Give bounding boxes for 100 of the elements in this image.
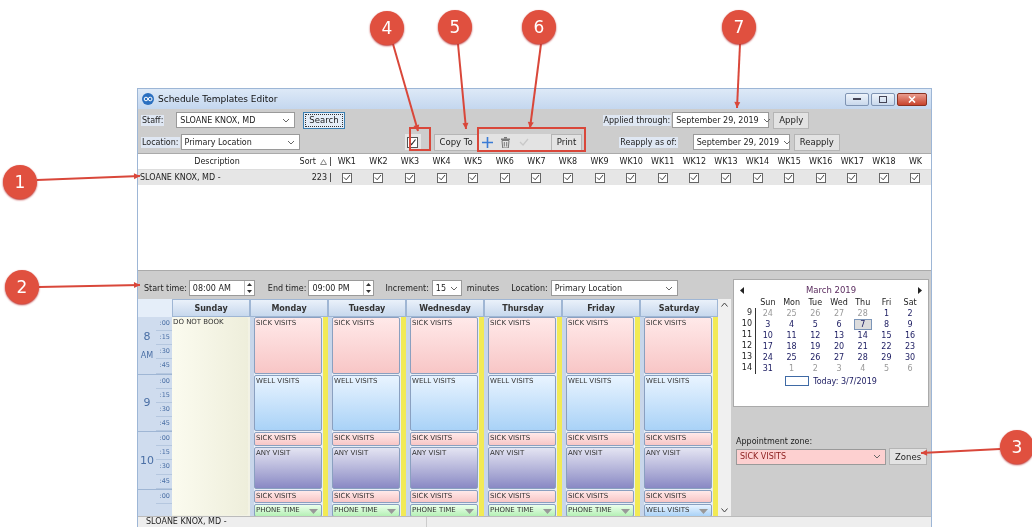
reapply-date-picker[interactable]: September 29, 2019	[692, 134, 790, 150]
calendar-day[interactable]: 6	[827, 320, 851, 329]
calendar-day[interactable]: 23	[898, 342, 922, 351]
increment-dropdown[interactable]: 15	[431, 280, 462, 296]
start-time-field[interactable]: 08:00 AM	[188, 280, 255, 296]
spin-down-icon[interactable]	[364, 288, 374, 295]
week-checkbox[interactable]	[373, 172, 384, 183]
calendar-day[interactable]: 16	[898, 331, 922, 340]
applied-through-date-picker[interactable]: September 29, 2019	[672, 112, 770, 128]
location-dropdown[interactable]: Primary Location	[550, 280, 678, 296]
calendar-day[interactable]: 10	[756, 331, 780, 340]
today-link[interactable]: Today: 3/7/2019	[813, 376, 877, 386]
calendar-day[interactable]: 8	[874, 320, 899, 329]
column-header[interactable]: WK5	[457, 157, 489, 166]
calendar-day[interactable]: 31	[756, 364, 780, 373]
calendar-day[interactable]: 13	[827, 331, 851, 340]
week-checkbox[interactable]	[847, 172, 858, 183]
column-header[interactable]: WK10	[615, 157, 647, 166]
scrollbar[interactable]	[718, 299, 731, 516]
week-checkbox[interactable]	[910, 172, 921, 183]
calendar-day[interactable]: 29	[874, 353, 899, 362]
column-header[interactable]: WK13	[710, 157, 742, 166]
column-header[interactable]: WK9	[583, 157, 616, 166]
next-month-icon[interactable]	[918, 286, 922, 294]
spin-up-icon[interactable]	[364, 281, 374, 288]
search-button[interactable]: Search	[303, 111, 345, 129]
zones-button[interactable]: Zones	[889, 448, 928, 465]
column-header[interactable]: Description	[138, 157, 296, 166]
calendar-day[interactable]: 15	[874, 331, 899, 340]
sort-column-header[interactable]: Sort	[296, 157, 331, 166]
location-dropdown[interactable]: Primary Location	[180, 134, 300, 150]
week-checkbox[interactable]	[531, 172, 542, 183]
week-checkbox[interactable]	[436, 172, 447, 183]
calendar-day[interactable]: 20	[827, 342, 851, 351]
week-checkbox[interactable]	[562, 172, 573, 183]
column-header[interactable]: WK4	[425, 157, 458, 166]
week-checkbox[interactable]	[689, 172, 700, 183]
calendar-day[interactable]: 12	[803, 331, 828, 340]
maximize-button[interactable]	[871, 92, 895, 106]
calendar-day[interactable]: 19	[803, 342, 828, 351]
table-row[interactable]: SLOANE KNOX, MD - 223	[138, 170, 931, 185]
column-header[interactable]: WK6	[488, 157, 521, 166]
week-checkbox[interactable]	[720, 172, 731, 183]
calendar-day[interactable]: 5	[803, 320, 828, 329]
scroll-up-icon[interactable]	[721, 302, 728, 307]
spin-up-icon[interactable]	[244, 281, 254, 288]
calendar-day[interactable]: 27	[827, 353, 851, 362]
column-header[interactable]: WK15	[773, 157, 805, 166]
calendar-day[interactable]: 3	[756, 320, 780, 329]
calendar-day[interactable]: 22	[874, 342, 899, 351]
print-button[interactable]: Print	[550, 133, 583, 151]
week-checkbox[interactable]	[878, 172, 889, 183]
column-header[interactable]: WK16	[804, 157, 837, 166]
calendar-day[interactable]: 17	[756, 342, 780, 351]
column-header[interactable]: WK1	[331, 157, 363, 166]
calendar-day[interactable]: 11	[779, 331, 804, 340]
column-header[interactable]: WK	[899, 157, 931, 166]
calendar-day[interactable]: 4	[779, 320, 804, 329]
column-header[interactable]: WK2	[362, 157, 395, 166]
calendar-day[interactable]: 28	[850, 353, 875, 362]
column-header[interactable]: WK14	[741, 157, 774, 166]
week-checkbox[interactable]	[594, 172, 605, 183]
column-header[interactable]: WK8	[552, 157, 584, 166]
column-header[interactable]: WK3	[394, 157, 426, 166]
calendar-day[interactable]: 24	[756, 353, 780, 362]
apply-button[interactable]: Apply	[773, 111, 810, 129]
calendar-day[interactable]: 9	[898, 320, 922, 329]
week-checkbox[interactable]	[499, 172, 510, 183]
calendar-day[interactable]: 21	[850, 342, 875, 351]
calendar-day[interactable]: 18	[779, 342, 804, 351]
column-header[interactable]: WK18	[868, 157, 900, 166]
week-checkbox[interactable]	[468, 172, 479, 183]
minimize-button[interactable]	[845, 92, 869, 106]
previous-month-icon[interactable]	[740, 286, 744, 294]
week-checkbox[interactable]	[657, 172, 668, 183]
week-checkbox[interactable]	[784, 172, 795, 183]
week-checkbox[interactable]	[815, 172, 826, 183]
copy-to-button[interactable]: Copy To	[433, 133, 479, 151]
reapply-button[interactable]: Reapply	[793, 133, 840, 151]
column-header[interactable]: WK12	[678, 157, 711, 166]
close-button[interactable]	[897, 92, 927, 106]
column-header[interactable]: WK7	[520, 157, 553, 166]
staff-dropdown[interactable]: SLOANE KNOX, MD	[176, 112, 296, 128]
week-checkbox[interactable]	[341, 172, 352, 183]
week-checkbox[interactable]	[626, 172, 637, 183]
spin-down-icon[interactable]	[244, 288, 254, 295]
end-time-field[interactable]: 09:00 PM	[308, 280, 375, 296]
calendar-day[interactable]: 7	[853, 319, 872, 330]
week-checkbox[interactable]	[752, 172, 763, 183]
calendar-day[interactable]: 30	[898, 353, 922, 362]
calendar-day[interactable]: 26	[803, 353, 828, 362]
calendar-day[interactable]: 2	[898, 309, 922, 318]
calendar-day[interactable]: 1	[874, 309, 899, 318]
column-header[interactable]: WK17	[836, 157, 869, 166]
column-header[interactable]: WK11	[646, 157, 679, 166]
scroll-down-icon[interactable]	[721, 508, 728, 513]
calendar-day[interactable]: 14	[850, 331, 875, 340]
calendar-day[interactable]: 25	[779, 353, 804, 362]
week-checkbox[interactable]	[405, 172, 415, 183]
appointment-zone-dropdown[interactable]: SICK VISITS	[736, 448, 886, 465]
